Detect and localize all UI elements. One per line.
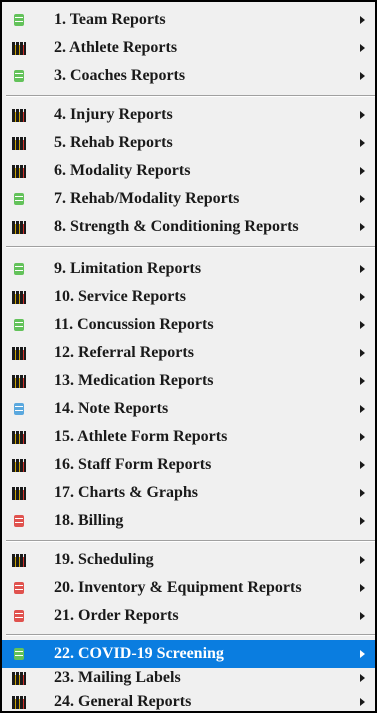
menu-item-label: 15. Athlete Form Reports xyxy=(54,428,228,445)
people-icon xyxy=(12,695,26,709)
menu-item-rehab-modality-reports[interactable]: 7. Rehab/Modality Reports xyxy=(2,185,375,213)
people-icon xyxy=(12,346,26,360)
menu-item-label: 17. Charts & Graphs xyxy=(54,484,199,501)
menu-item-service-reports[interactable]: 10. Service Reports xyxy=(2,283,375,311)
green-stack-icon xyxy=(12,192,26,206)
people-icon xyxy=(12,486,26,500)
menu-item-referral-reports[interactable]: 12. Referral Reports xyxy=(2,339,375,367)
green-stack-icon xyxy=(12,647,26,661)
people-icon xyxy=(12,164,26,178)
menu-separator xyxy=(6,540,375,542)
submenu-arrow-icon xyxy=(360,584,365,592)
submenu-arrow-icon xyxy=(360,489,365,497)
menu-item-label: 24. General Reports xyxy=(54,693,192,710)
menu-item-label: 1. Team Reports xyxy=(54,11,166,28)
menu-item-label: 12. Referral Reports xyxy=(54,344,194,361)
menu-item-billing[interactable]: 18. Billing xyxy=(2,507,375,535)
menu-item-rehab-reports[interactable]: 5. Rehab Reports xyxy=(2,129,375,157)
menu-item-medication-reports[interactable]: 13. Medication Reports xyxy=(2,367,375,395)
menu-item-general-reports[interactable]: 24. General Reports xyxy=(2,688,375,716)
submenu-arrow-icon xyxy=(360,517,365,525)
red-stack-icon xyxy=(12,609,26,623)
people-icon xyxy=(12,374,26,388)
menu-item-strength-conditioning-reports[interactable]: 8. Strength & Conditioning Reports xyxy=(2,213,375,241)
menu-item-label: 3. Coaches Reports xyxy=(54,67,186,84)
menu-item-label: 23. Mailing Labels xyxy=(54,669,181,686)
menu-item-label: 4. Injury Reports xyxy=(54,106,173,123)
submenu-arrow-icon xyxy=(360,650,365,658)
green-stack-icon xyxy=(12,13,26,27)
red-stack-icon xyxy=(12,514,26,528)
menu-separator xyxy=(6,634,375,636)
green-stack-icon xyxy=(12,262,26,276)
menu-item-label: 18. Billing xyxy=(54,512,124,529)
submenu-arrow-icon xyxy=(360,405,365,413)
menu-item-label: 19. Scheduling xyxy=(54,551,154,568)
submenu-arrow-icon xyxy=(360,349,365,357)
submenu-arrow-icon xyxy=(360,111,365,119)
menu-item-limitation-reports[interactable]: 9. Limitation Reports xyxy=(2,255,375,283)
menu-item-label: 10. Service Reports xyxy=(54,288,186,305)
menu-item-label: 16. Staff Form Reports xyxy=(54,456,212,473)
submenu-arrow-icon xyxy=(360,44,365,52)
menu-item-concussion-reports[interactable]: 11. Concussion Reports xyxy=(2,311,375,339)
submenu-arrow-icon xyxy=(360,293,365,301)
green-stack-icon xyxy=(12,318,26,332)
submenu-arrow-icon xyxy=(360,167,365,175)
people-icon xyxy=(12,220,26,234)
menu-item-label: 8. Strength & Conditioning Reports xyxy=(54,218,299,235)
submenu-arrow-icon xyxy=(360,265,365,273)
people-icon xyxy=(12,430,26,444)
people-icon xyxy=(12,136,26,150)
people-icon xyxy=(12,671,26,685)
menu-item-label: 2. Athlete Reports xyxy=(54,39,178,56)
menu-item-injury-reports[interactable]: 4. Injury Reports xyxy=(2,101,375,129)
submenu-arrow-icon xyxy=(360,139,365,147)
menu-item-inventory-equipment-reports[interactable]: 20. Inventory & Equipment Reports xyxy=(2,574,375,602)
menu-item-label: 6. Modality Reports xyxy=(54,162,191,179)
submenu-arrow-icon xyxy=(360,72,365,80)
menu-item-team-reports[interactable]: 1. Team Reports xyxy=(2,6,375,34)
submenu-arrow-icon xyxy=(360,16,365,24)
submenu-arrow-icon xyxy=(360,612,365,620)
people-icon xyxy=(12,290,26,304)
menu-item-charts-graphs[interactable]: 17. Charts & Graphs xyxy=(2,479,375,507)
red-stack-icon xyxy=(12,581,26,595)
menu-item-athlete-form-reports[interactable]: 15. Athlete Form Reports xyxy=(2,423,375,451)
menu-item-modality-reports[interactable]: 6. Modality Reports xyxy=(2,157,375,185)
menu-item-label: 20. Inventory & Equipment Reports xyxy=(54,579,302,596)
menu-item-staff-form-reports[interactable]: 16. Staff Form Reports xyxy=(2,451,375,479)
submenu-arrow-icon xyxy=(360,698,365,706)
people-icon xyxy=(12,108,26,122)
menu-item-order-reports[interactable]: 21. Order Reports xyxy=(2,602,375,630)
menu-item-label: 7. Rehab/Modality Reports xyxy=(54,190,240,207)
menu-item-coaches-reports[interactable]: 3. Coaches Reports xyxy=(2,62,375,90)
menu-item-label: 22. COVID-19 Screening xyxy=(54,645,224,662)
submenu-arrow-icon xyxy=(360,377,365,385)
menu-item-label: 11. Concussion Reports xyxy=(54,316,214,333)
blue-stack-icon xyxy=(12,402,26,416)
people-icon xyxy=(12,41,26,55)
people-icon xyxy=(12,553,26,567)
reports-menu: 1. Team Reports 2. Athlete Reports 3. Co… xyxy=(0,0,377,713)
menu-item-athlete-reports[interactable]: 2. Athlete Reports xyxy=(2,34,375,62)
menu-separator xyxy=(6,95,375,97)
submenu-arrow-icon xyxy=(360,195,365,203)
submenu-arrow-icon xyxy=(360,461,365,469)
menu-separator xyxy=(6,246,375,248)
green-stack-icon xyxy=(12,69,26,83)
menu-item-scheduling[interactable]: 19. Scheduling xyxy=(2,546,375,574)
menu-item-label: 21. Order Reports xyxy=(54,607,179,624)
submenu-arrow-icon xyxy=(360,674,365,682)
menu-item-label: 14. Note Reports xyxy=(54,400,169,417)
people-icon xyxy=(12,458,26,472)
submenu-arrow-icon xyxy=(360,556,365,564)
menu-item-label: 13. Medication Reports xyxy=(54,372,214,389)
submenu-arrow-icon xyxy=(360,321,365,329)
menu-item-label: 5. Rehab Reports xyxy=(54,134,173,151)
menu-item-label: 9. Limitation Reports xyxy=(54,260,202,277)
menu-item-note-reports[interactable]: 14. Note Reports xyxy=(2,395,375,423)
submenu-arrow-icon xyxy=(360,433,365,441)
submenu-arrow-icon xyxy=(360,223,365,231)
